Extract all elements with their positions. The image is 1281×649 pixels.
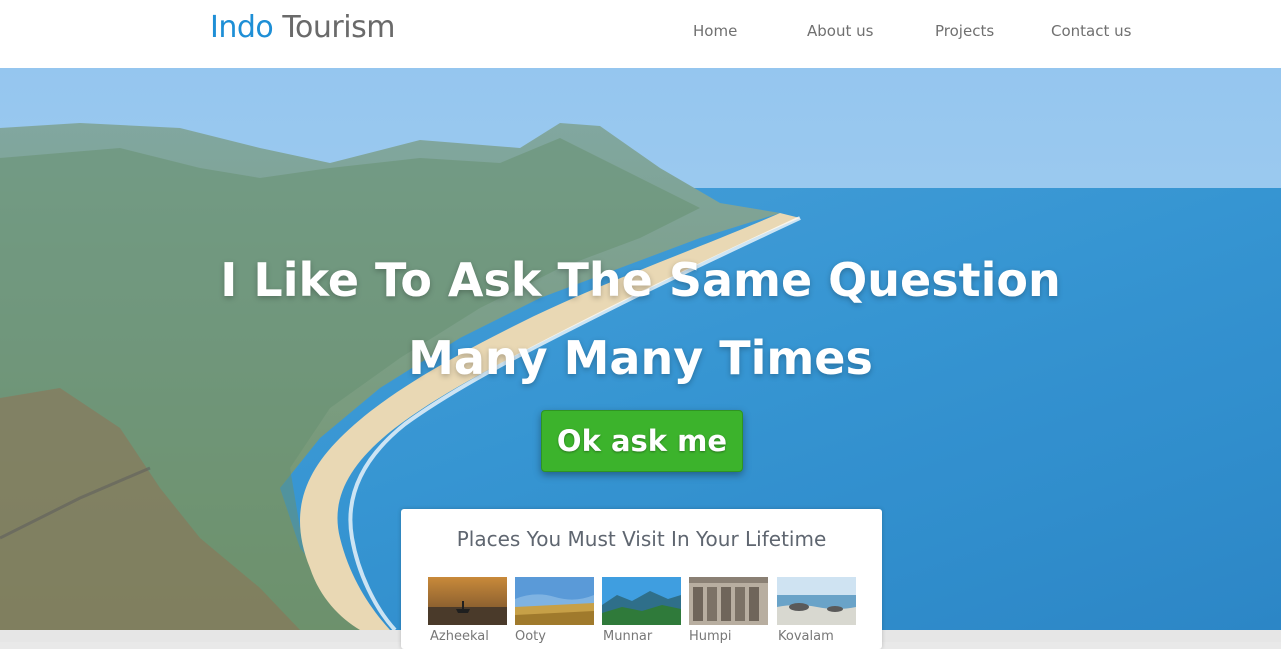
hero-headline-line1: I Like To Ask The Same Question <box>220 253 1061 307</box>
ooty-thumbnail-image <box>515 577 594 625</box>
place-thumb-humpi[interactable] <box>689 577 768 625</box>
places-card-title: Places You Must Visit In Your Lifetime <box>456 527 827 551</box>
hero-headline-line2: Many Many Times <box>408 331 873 385</box>
nav-contact-link[interactable]: Contact us <box>1051 19 1131 43</box>
place-thumb-kovalam[interactable] <box>777 577 856 625</box>
place-thumb-azheekal[interactable] <box>428 577 507 625</box>
place-thumb-munnar[interactable] <box>602 577 681 625</box>
humpi-thumbnail-image <box>689 577 768 625</box>
nav-home-link[interactable]: Home <box>693 19 737 43</box>
ok-ask-me-button[interactable]: Ok ask me <box>541 410 743 472</box>
site-header: Indo Tourism Home About us Projects Cont… <box>0 0 1281 68</box>
place-thumb-ooty[interactable] <box>515 577 594 625</box>
places-card: Places You Must Visit In Your Lifetime A… <box>401 509 882 649</box>
azheekal-thumbnail-image <box>428 577 507 625</box>
nav-about-link[interactable]: About us <box>807 19 873 43</box>
main-nav: Home About us Projects Contact us <box>0 19 1281 43</box>
nav-projects-link[interactable]: Projects <box>935 19 994 43</box>
munnar-thumbnail-image <box>602 577 681 625</box>
kovalam-thumbnail-image <box>777 577 856 625</box>
